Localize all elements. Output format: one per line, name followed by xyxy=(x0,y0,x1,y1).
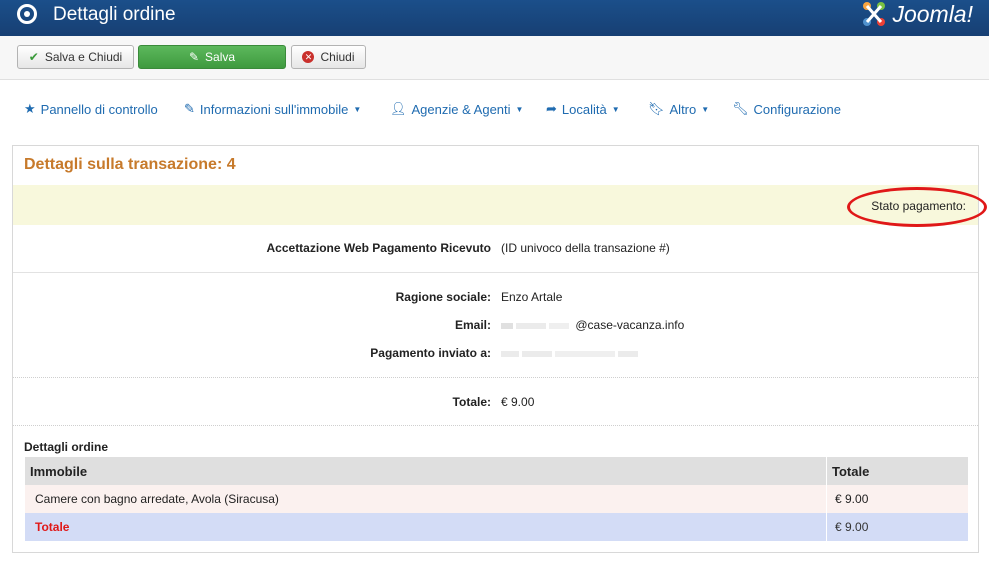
redacted-text xyxy=(501,350,519,357)
email-label: Email: xyxy=(454,318,491,332)
page-title: Dettagli ordine xyxy=(53,4,176,25)
nav-locations-label: Località xyxy=(561,101,607,117)
redacted-text xyxy=(522,350,552,357)
edit-icon: ✎ xyxy=(184,101,195,116)
table-row: Camere con bagno arredate, Avola (Siracu… xyxy=(25,485,968,513)
redacted-text xyxy=(501,322,513,329)
save-label: Salva xyxy=(205,50,236,64)
payment-status-bar: Stato pagamento: xyxy=(13,185,978,225)
nav-configuration[interactable]: 🔧︎ Configurazione xyxy=(732,101,841,117)
nav-agencies[interactable]: 👤︎ Agenzie & Agenti ▼ xyxy=(390,101,523,117)
redacted-text xyxy=(549,322,569,329)
nav-other-label: Altro xyxy=(669,101,697,117)
save-and-close-button[interactable]: ✔ Salva e Chiudi xyxy=(17,45,134,69)
divider xyxy=(13,377,978,378)
nav-other[interactable]: 🔖︎ Altro ▼ xyxy=(648,101,709,117)
edit-icon: ✎ xyxy=(188,50,200,64)
company-label: Ragione sociale: xyxy=(395,290,491,304)
column-header-property: Immobile xyxy=(30,464,88,479)
email-value: @case-vacanza.info xyxy=(575,318,685,332)
close-icon: ✕ xyxy=(302,51,315,63)
bookmark-icon: 🔖︎ xyxy=(648,101,665,116)
joomla-logo-icon xyxy=(863,2,886,26)
chevron-down-icon: ▼ xyxy=(611,104,620,114)
user-icon: 👤︎ xyxy=(390,101,407,116)
email-value-wrap: @case-vacanza.info xyxy=(501,318,684,332)
transaction-title: Dettagli sulla transazione: 4 xyxy=(24,156,236,173)
property-cell: Camere con bagno arredate, Avola (Siracu… xyxy=(35,492,279,506)
accept-label: Accettazione Web Pagamento Ricevuto xyxy=(266,241,492,255)
chevron-down-icon: ▼ xyxy=(353,104,362,114)
nav-agencies-label: Agenzie & Agenti xyxy=(411,101,511,117)
nav-control-panel-label: Pannello di controllo xyxy=(40,101,158,117)
payment-sent-label: Pagamento inviato a: xyxy=(370,346,491,360)
chevron-down-icon: ▼ xyxy=(701,104,710,114)
save-button[interactable]: ✎ Salva xyxy=(138,45,286,69)
column-divider xyxy=(826,513,827,541)
share-icon: ➦ xyxy=(546,101,557,116)
column-header-total: Totale xyxy=(832,464,870,479)
wrench-icon: 🔧︎ xyxy=(732,101,749,116)
close-button[interactable]: ✕ Chiudi xyxy=(291,45,366,69)
divider xyxy=(13,425,978,426)
joomla-logo: Joomla! xyxy=(859,0,973,28)
column-divider xyxy=(826,457,827,485)
table-header: Immobile Totale xyxy=(25,457,968,485)
payment-sent-value xyxy=(501,346,641,360)
transaction-panel: Dettagli sulla transazione: 4 Stato paga… xyxy=(12,145,987,553)
redacted-text xyxy=(516,322,546,329)
company-value: Enzo Artale xyxy=(501,290,563,304)
order-details-title: Dettagli ordine xyxy=(24,440,109,454)
joomla-brand-text: Joomla! xyxy=(892,0,973,27)
admin-logo-icon xyxy=(17,4,37,24)
star-icon: ★ xyxy=(24,101,36,116)
total-value: € 9.00 xyxy=(501,395,535,409)
nav-configuration-label: Configurazione xyxy=(753,101,841,117)
total-label: Totale: xyxy=(452,395,491,409)
accept-value: (ID univoco della transazione #) xyxy=(501,241,670,255)
nav-property-info-label: Informazioni sull'immobile xyxy=(199,101,349,117)
main-nav: ★ Pannello di controllo ✎ Informazioni s… xyxy=(0,80,989,135)
nav-property-info[interactable]: ✎ Informazioni sull'immobile ▼ xyxy=(184,101,361,117)
redacted-text xyxy=(555,350,615,357)
toolbar: ✔ Salva e Chiudi ✎ Salva ✕ Chiudi xyxy=(0,36,989,80)
divider xyxy=(13,272,978,273)
save-and-close-label: Salva e Chiudi xyxy=(44,50,123,64)
row-total-cell: € 9.00 xyxy=(835,492,869,506)
column-divider xyxy=(826,485,827,513)
order-total-value: € 9.00 xyxy=(835,520,869,534)
highlight-annotation xyxy=(847,187,987,227)
redacted-text xyxy=(618,350,638,357)
app-header: Dettagli ordine Joomla! xyxy=(0,0,989,36)
nav-locations[interactable]: ➦ Località ▼ xyxy=(546,101,620,117)
checkmark-icon: ✔ xyxy=(28,50,39,64)
nav-control-panel[interactable]: ★ Pannello di controllo xyxy=(24,101,158,117)
table-total-row: Totale € 9.00 xyxy=(25,513,968,541)
order-total-label: Totale xyxy=(35,520,70,534)
close-label: Chiudi xyxy=(320,50,355,64)
chevron-down-icon: ▼ xyxy=(515,104,524,114)
